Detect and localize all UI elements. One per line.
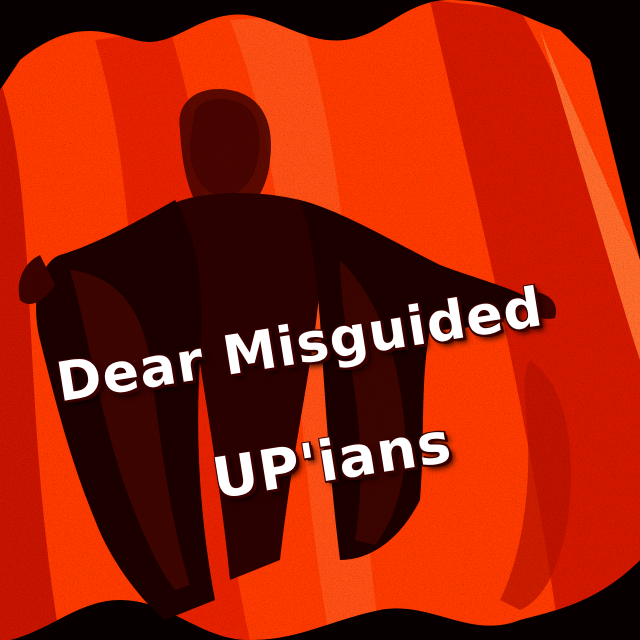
poster: Dear Misguided UP'ians [0,0,640,640]
film-grain [0,0,640,640]
poster-artwork [0,0,640,640]
